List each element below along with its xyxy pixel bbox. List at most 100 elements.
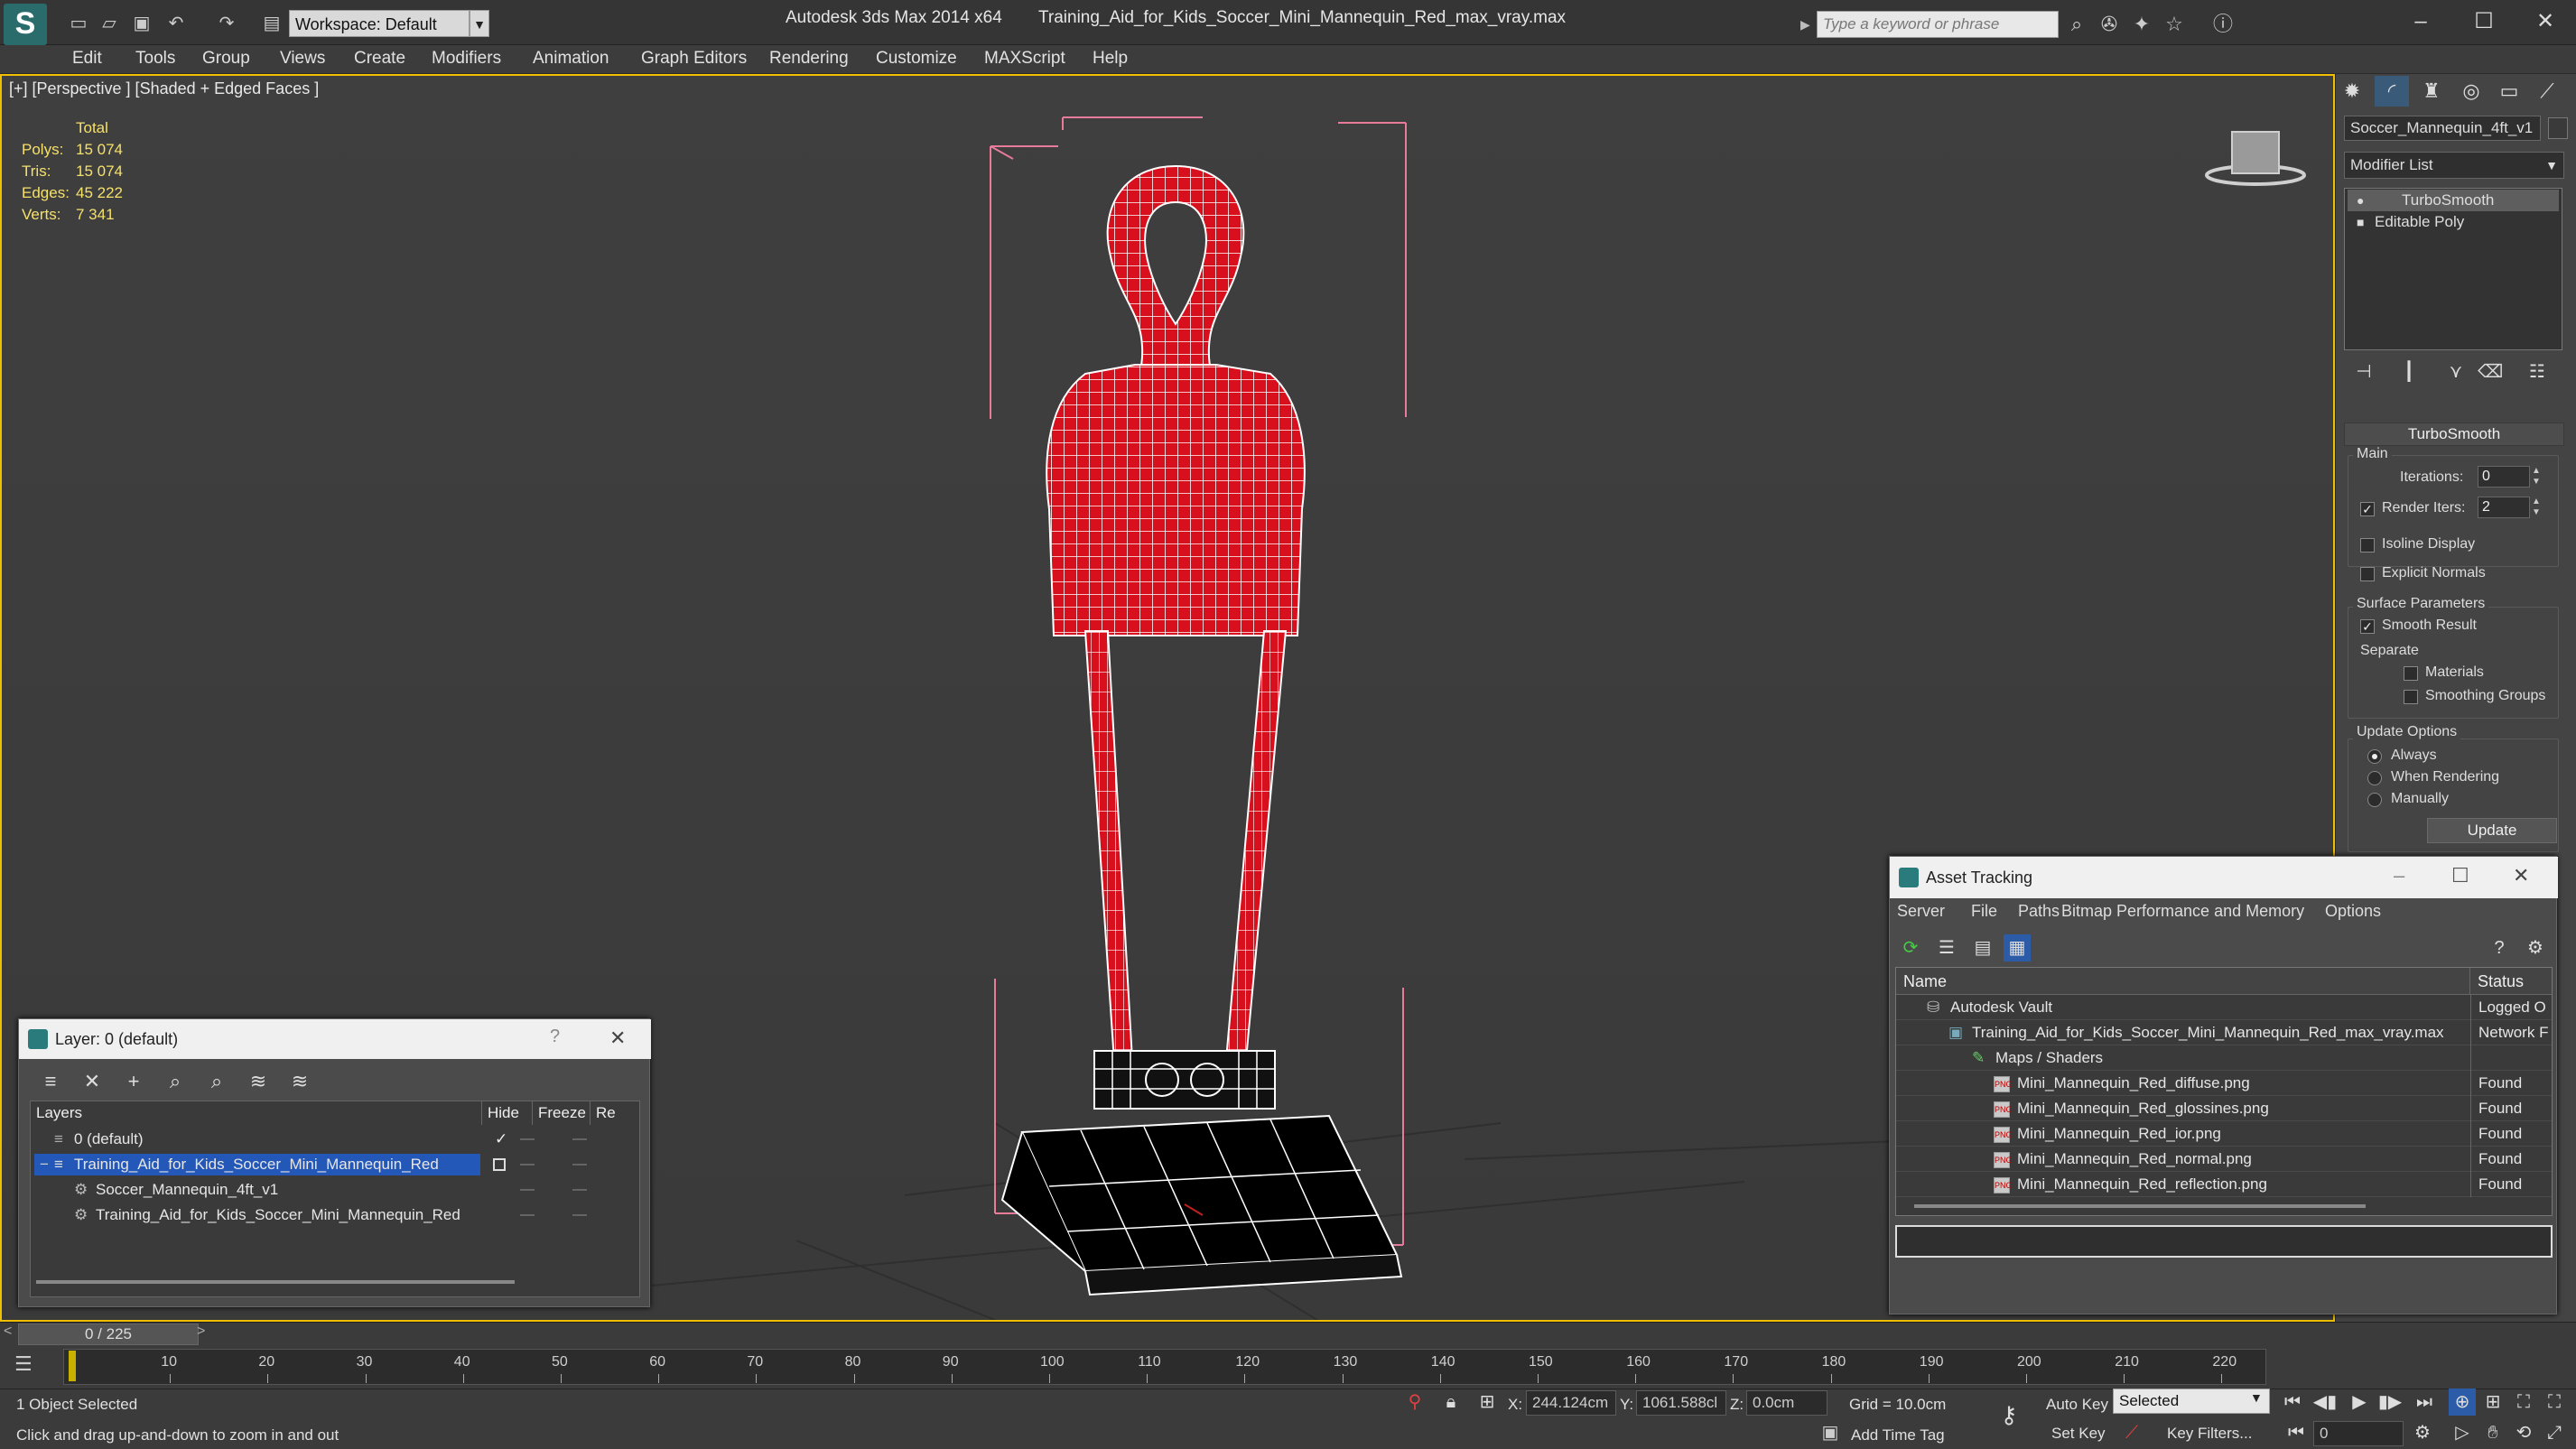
workspace-select[interactable]: Workspace: Default — [289, 10, 470, 37]
create-tab-icon[interactable]: ✹ — [2335, 76, 2369, 107]
highlight-layer-icon[interactable]: ⌕ — [203, 1068, 230, 1095]
freeze-all-icon[interactable]: ≋ — [286, 1068, 313, 1095]
chevron-down-icon[interactable]: ▼ — [470, 10, 489, 37]
zoom-icon[interactable]: ⊕ — [2449, 1389, 2476, 1416]
chevron-right-icon[interactable]: > — [197, 1324, 205, 1340]
project-folder-icon[interactable]: ▤ — [258, 10, 285, 37]
close-icon[interactable]: ✕ — [609, 1026, 626, 1050]
maximize-icon[interactable]: ☐ — [2452, 4, 2516, 40]
asset-row[interactable]: ⛁ Autodesk Vault Logged O — [1896, 995, 2552, 1020]
previous-frame-icon[interactable]: ◀▮ — [2311, 1389, 2339, 1416]
create-layer-icon[interactable]: ≡ — [37, 1068, 64, 1095]
help-icon[interactable]: ? — [2486, 934, 2513, 961]
spinner-arrows-icon[interactable]: ▲ ▼ — [2530, 466, 2543, 488]
object-row[interactable]: ⚙ Soccer_Mannequin_4ft_v1 — — — [31, 1177, 641, 1203]
pin-stack-icon[interactable]: ⊣ — [2351, 359, 2376, 385]
menu-file[interactable]: File — [1971, 902, 1997, 921]
zoom-all-icon[interactable]: ⊞ — [2479, 1389, 2506, 1416]
subscription-icon[interactable]: ✇ — [2095, 11, 2124, 38]
current-frame-field[interactable]: 0 — [2313, 1421, 2404, 1446]
object-name-field[interactable]: Soccer_Mannequin_4ft_v1 — [2344, 116, 2541, 141]
hide-toggle[interactable]: — — [520, 1203, 535, 1228]
when-rendering-radio[interactable] — [2367, 771, 2382, 785]
auto-key-button[interactable]: Auto Key — [2046, 1396, 2108, 1414]
x-coordinate-field[interactable]: 244.124cm — [1526, 1390, 1616, 1416]
hide-toggle[interactable]: — — [520, 1152, 535, 1177]
horizontal-scrollbar[interactable] — [36, 1280, 515, 1284]
add-time-tag[interactable]: Add Time Tag — [1851, 1426, 1945, 1444]
close-icon[interactable]: ✕ — [2513, 864, 2529, 887]
pan-view-icon[interactable]: ✋︎ — [2479, 1419, 2506, 1446]
column-header[interactable]: Layers — [31, 1101, 482, 1125]
menu-customize[interactable]: Customize — [876, 49, 957, 69]
smooth-result-checkbox[interactable]: ✓ — [2360, 619, 2375, 634]
update-button[interactable]: Update — [2427, 818, 2557, 843]
table-view-icon[interactable]: ▦ — [2004, 934, 2031, 961]
minimize-icon[interactable]: – — [2394, 864, 2404, 887]
materials-checkbox[interactable] — [2404, 666, 2418, 681]
spinner-arrows-icon[interactable]: ▲ ▼ — [2530, 497, 2543, 518]
asset-row[interactable]: ▣ Training_Aid_for_Kids_Soccer_Mini_Mann… — [1896, 1020, 2552, 1045]
asset-row[interactable]: PNG Mini_Mannequin_Red_glossines.png Fou… — [1896, 1096, 2552, 1121]
current-frame-marker[interactable] — [69, 1351, 76, 1381]
viewcube-icon[interactable] — [2205, 131, 2306, 186]
help-icon[interactable]: ? — [550, 1026, 560, 1047]
redo-icon[interactable]: ↷ — [213, 10, 240, 37]
layer-row[interactable]: − ≡ Training_Aid_for_Kids_Soccer_Mini_Ma… — [31, 1152, 641, 1177]
menu-graph-editors[interactable]: Graph Editors — [641, 49, 747, 69]
smoothing-groups-checkbox[interactable] — [2404, 690, 2418, 704]
render-iters-checkbox[interactable]: ✓ — [2360, 502, 2375, 516]
next-frame-icon[interactable]: ▮▶ — [2376, 1389, 2404, 1416]
asset-row[interactable]: PNG Mini_Mannequin_Red_ior.png Found — [1896, 1121, 2552, 1147]
hierarchy-tab-icon[interactable]: ♜ — [2414, 76, 2449, 107]
orbit-icon[interactable]: ⟲ — [2510, 1419, 2537, 1446]
refresh-icon[interactable]: ⟳ — [1897, 934, 1924, 961]
play-icon[interactable]: ▶ — [2346, 1389, 2373, 1416]
zoom-extents-all-icon[interactable]: ⛶ — [2541, 1389, 2568, 1416]
menu-edit[interactable]: Edit — [72, 49, 102, 69]
collapse-icon[interactable]: − — [40, 1152, 49, 1177]
modify-tab-icon[interactable]: ◜ — [2375, 76, 2409, 107]
motion-tab-icon[interactable]: ◎ — [2454, 76, 2488, 107]
open-file-icon[interactable]: ▱ — [96, 10, 123, 37]
binoculars-icon[interactable]: ⌕ — [2062, 11, 2091, 38]
remove-modifier-icon[interactable]: ⌫ — [2478, 359, 2503, 385]
turbosmooth-rollout-title[interactable]: TurboSmooth — [2344, 423, 2564, 446]
menu-help[interactable]: Help — [1093, 49, 1128, 69]
settings-icon[interactable]: ⚙ — [2522, 934, 2549, 961]
column-header[interactable]: Re — [591, 1101, 641, 1125]
set-key-button[interactable]: Set Key — [2051, 1425, 2106, 1443]
chevron-left-icon[interactable]: < — [4, 1324, 12, 1340]
iterations-spinner[interactable]: 0 — [2478, 466, 2530, 488]
app-logo-icon[interactable]: S — [4, 4, 47, 45]
field-of-view-icon[interactable]: ▷ — [2449, 1419, 2476, 1446]
close-icon[interactable]: ✕ — [2514, 4, 2576, 40]
hide-toggle[interactable]: — — [520, 1177, 535, 1203]
mini-curve-editor-icon[interactable]: ☰ — [14, 1352, 33, 1376]
hide-toggle[interactable]: — — [520, 1127, 535, 1152]
lightbulb-icon[interactable]: ● — [2357, 190, 2364, 211]
stack-item-turbosmooth[interactable]: ● TurboSmooth — [2348, 190, 2559, 211]
menu-group[interactable]: Group — [202, 49, 250, 69]
column-header[interactable]: Hide — [482, 1101, 533, 1125]
search-input[interactable]: Type a keyword or phrase — [1817, 11, 2059, 38]
isoline-display-checkbox[interactable] — [2360, 538, 2375, 553]
show-end-result-icon[interactable]: ┃ — [2396, 359, 2422, 385]
lock-selection-icon[interactable]: 🔒︎ — [1437, 1389, 1465, 1416]
modifier-list-select[interactable]: Modifier List — [2344, 152, 2564, 179]
menu-options[interactable]: Options — [2325, 902, 2381, 921]
object-row[interactable]: ⚙ Training_Aid_for_Kids_Soccer_Mini_Mann… — [31, 1203, 641, 1228]
z-coordinate-field[interactable]: 0.0cm — [1746, 1390, 1827, 1416]
chevron-down-icon[interactable]: ▼ — [2250, 1390, 2263, 1405]
always-radio[interactable] — [2367, 749, 2382, 764]
freeze-toggle[interactable]: — — [572, 1152, 587, 1177]
horizontal-scrollbar[interactable] — [1914, 1204, 2366, 1208]
menu-tools[interactable]: Tools — [135, 49, 175, 69]
asset-path-field[interactable] — [1895, 1225, 2553, 1258]
new-file-icon[interactable]: ▭ — [65, 10, 92, 37]
maximize-icon[interactable]: ☐ — [2451, 864, 2469, 887]
current-layer-box[interactable] — [493, 1158, 506, 1171]
key-icon[interactable]: ⚷ — [1995, 1401, 2023, 1428]
render-iters-spinner[interactable]: 2 — [2478, 497, 2530, 518]
select-objects-icon[interactable]: ⌕ — [162, 1068, 189, 1095]
